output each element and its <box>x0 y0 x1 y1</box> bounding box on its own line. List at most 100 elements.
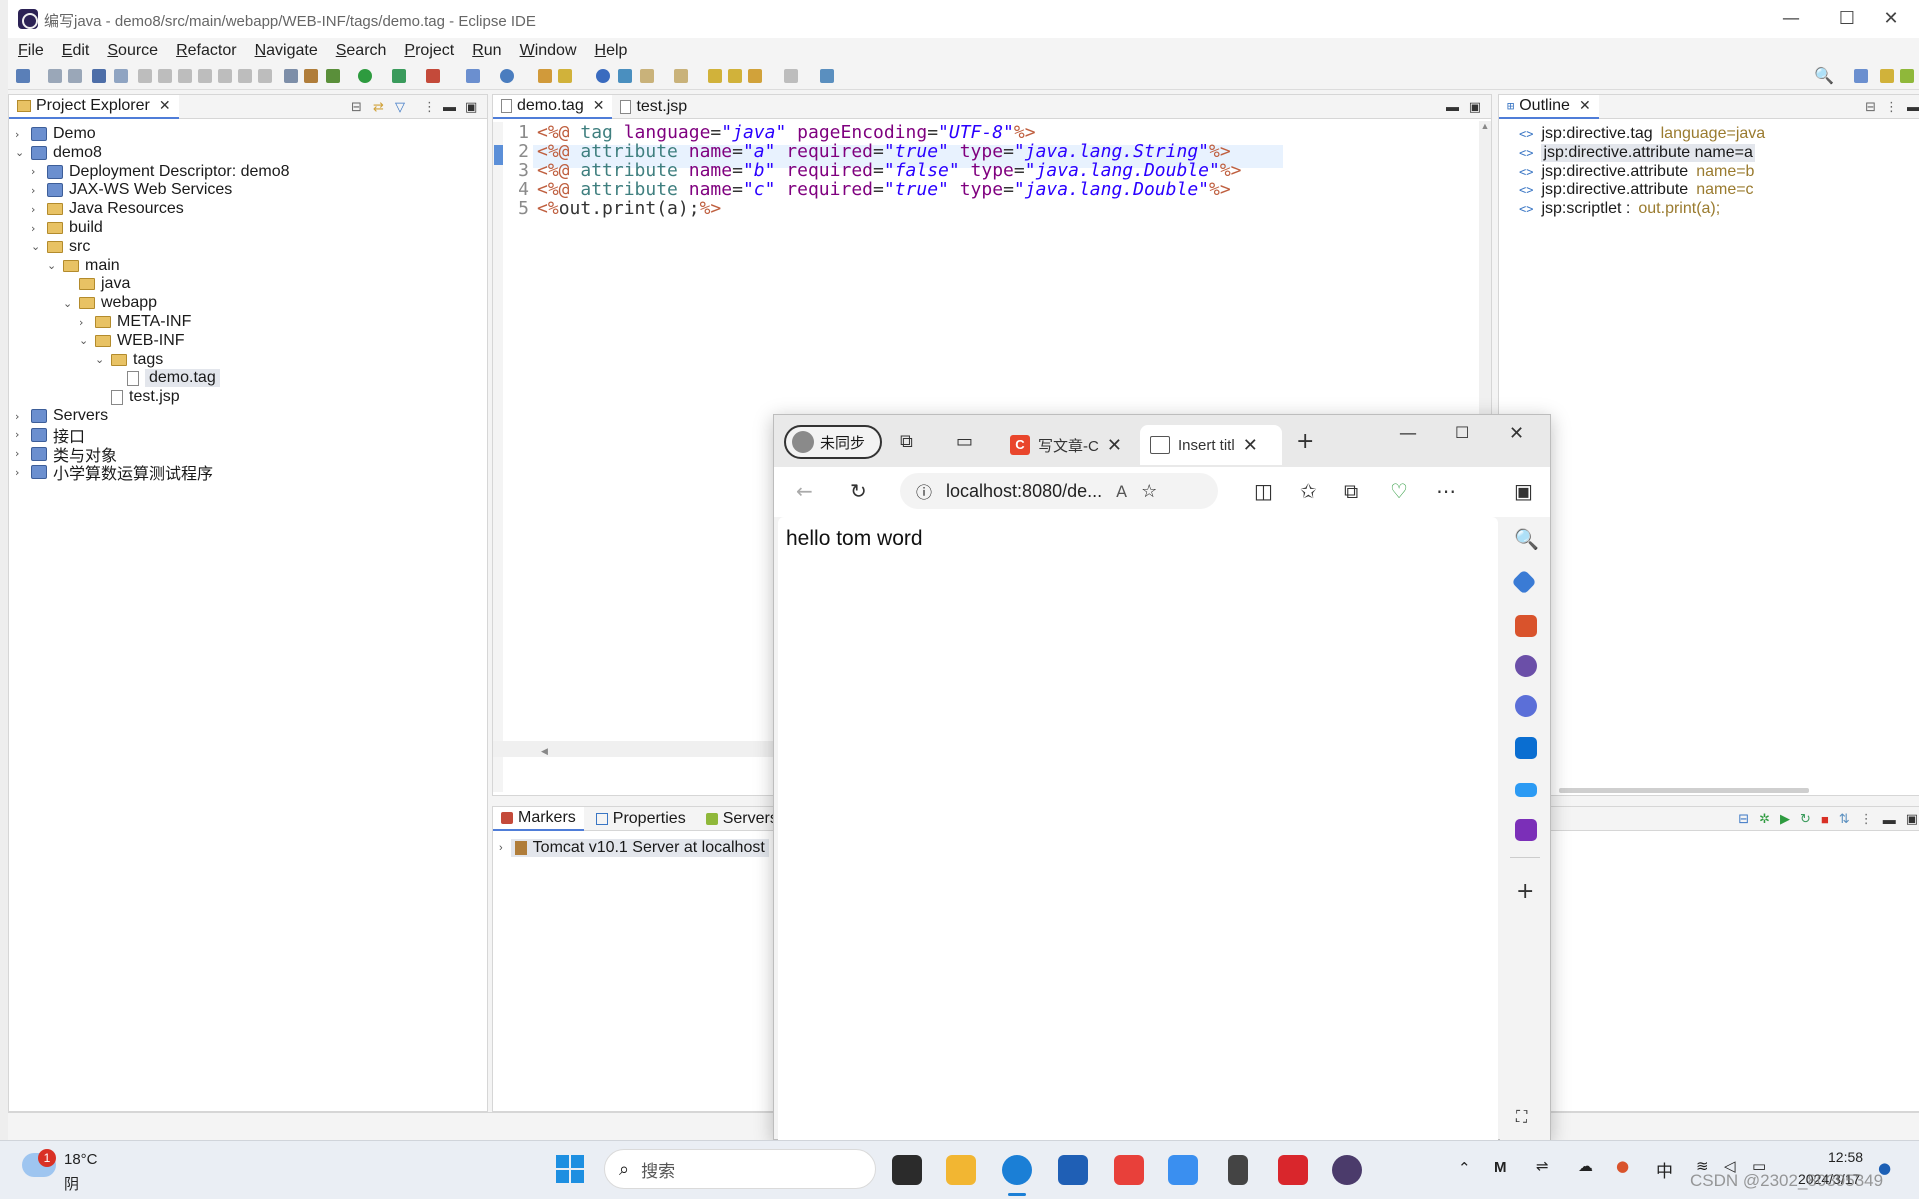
filter-icon[interactable]: ▽ <box>395 99 405 115</box>
save-icon[interactable] <box>48 69 62 83</box>
eclipse-taskbar-icon[interactable] <box>1332 1155 1362 1185</box>
java-ee-perspective-icon[interactable] <box>1880 69 1894 83</box>
chevron-down-icon[interactable]: ⌄ <box>95 353 105 366</box>
view-menu-icon[interactable]: ⋮ <box>423 99 436 115</box>
tray-m-icon[interactable]: M <box>1494 1159 1507 1176</box>
notification-icon[interactable]: ● <box>1878 1159 1891 1177</box>
chevron-right-icon[interactable]: › <box>31 165 41 178</box>
chevron-right-icon[interactable]: › <box>15 466 25 479</box>
menu-help[interactable]: Help <box>595 42 628 60</box>
tab-properties[interactable]: Properties <box>588 807 694 831</box>
chevron-down-icon[interactable]: ⌄ <box>15 146 25 159</box>
copilot-icon[interactable] <box>1515 695 1537 717</box>
new-tab-icon[interactable]: + <box>1296 429 1314 454</box>
onenote-icon[interactable] <box>1515 819 1537 841</box>
terminal-icon[interactable] <box>92 69 106 83</box>
collapse-all-icon[interactable]: ⊟ <box>1865 99 1876 115</box>
store-icon[interactable] <box>1058 1155 1088 1185</box>
tab-markers[interactable]: Markers <box>493 806 584 831</box>
prev-annotation-icon[interactable] <box>674 69 688 83</box>
bolt-app-icon[interactable] <box>1228 1155 1248 1185</box>
start-icon[interactable] <box>556 1155 586 1185</box>
step-over-icon[interactable] <box>238 69 252 83</box>
close-tab-icon[interactable]: ✕ <box>1243 435 1258 456</box>
maximize-view-icon[interactable]: ▣ <box>1906 811 1918 827</box>
tools-icon[interactable] <box>304 69 318 83</box>
skip-breakpoints-icon[interactable] <box>114 69 128 83</box>
browser-tab-csdn[interactable]: C 写文章-C ✕ <box>1000 425 1132 465</box>
menu-project[interactable]: Project <box>404 42 454 60</box>
info-icon[interactable]: ⓘ <box>916 479 932 503</box>
chevron-right-icon[interactable]: › <box>15 410 25 423</box>
chevron-right-icon[interactable]: › <box>31 222 41 235</box>
chevron-right-icon[interactable]: › <box>15 447 25 460</box>
tab-project-explorer[interactable]: Project Explorer ✕ <box>9 94 179 119</box>
clock-time[interactable]: 12:58 <box>1828 1149 1863 1165</box>
tray-settings-icon[interactable]: ⇌ <box>1536 1157 1549 1175</box>
huawei-icon[interactable] <box>1114 1155 1144 1185</box>
chevron-right-icon[interactable]: › <box>15 128 25 141</box>
debug-server-icon[interactable]: ✲ <box>1759 811 1770 827</box>
wps-icon[interactable] <box>1278 1155 1308 1185</box>
more-options-icon[interactable]: ⋯ <box>1436 479 1456 503</box>
expand-icon[interactable]: › <box>499 842 503 854</box>
last-edit-icon[interactable] <box>708 69 722 83</box>
resume-icon[interactable] <box>138 69 152 83</box>
minimize-icon[interactable]: — <box>1763 4 1819 34</box>
outlook-icon[interactable] <box>1515 737 1537 759</box>
close-tab-icon[interactable]: ✕ <box>1107 435 1122 456</box>
chevron-down-icon[interactable]: ⌄ <box>47 259 57 272</box>
menu-navigate[interactable]: Navigate <box>255 42 318 60</box>
link-editor-icon[interactable]: ⇄ <box>373 99 384 115</box>
open-perspective-icon[interactable] <box>1854 69 1868 83</box>
ime-indicator[interactable]: 中 <box>1656 1157 1673 1182</box>
browser-essentials-icon[interactable]: ♡ <box>1390 479 1408 503</box>
java-perspective-icon[interactable] <box>1900 69 1914 83</box>
view-menu-icon[interactable]: ⋮ <box>1885 99 1898 115</box>
view-menu-icon[interactable]: ⋮ <box>1860 811 1873 827</box>
save-all-icon[interactable] <box>68 69 82 83</box>
coverage-icon[interactable] <box>392 69 406 83</box>
web-browser-icon[interactable] <box>596 69 610 83</box>
close-icon[interactable]: ✕ <box>159 97 171 114</box>
back-icon[interactable] <box>748 69 762 83</box>
minimize-view-icon[interactable]: ▬ <box>443 99 456 114</box>
open-type-icon[interactable] <box>538 69 552 83</box>
address-bar[interactable]: ⓘ localhost:8080/de... A ☆ <box>900 473 1218 509</box>
menu-edit[interactable]: Edit <box>62 42 90 60</box>
menu-search[interactable]: Search <box>336 42 387 60</box>
menu-source[interactable]: Source <box>107 42 158 60</box>
tools-icon[interactable] <box>1515 615 1537 637</box>
forward-icon[interactable] <box>784 69 798 83</box>
minimize-icon[interactable]: — <box>1399 423 1417 444</box>
step-into-icon[interactable] <box>218 69 232 83</box>
chevron-down-icon[interactable]: ⌄ <box>79 334 89 347</box>
publish-icon[interactable]: ⇅ <box>1839 811 1850 827</box>
favorites-icon[interactable]: ✩ <box>1300 479 1317 503</box>
file-explorer-icon[interactable] <box>946 1155 976 1185</box>
outline-item[interactable]: <> jsp:scriptlet : out.print(a); <box>1519 198 1720 220</box>
maximize-icon[interactable]: ☐ <box>1455 423 1469 442</box>
menu-refactor[interactable]: Refactor <box>176 42 236 60</box>
close-icon[interactable]: ✕ <box>1579 97 1591 114</box>
code-line[interactable]: 5 <% out.print(a); %> <box>507 198 721 221</box>
shopping-icon[interactable] <box>1511 569 1537 595</box>
cloud-app-icon[interactable] <box>1168 1155 1198 1185</box>
outline-scrollbar[interactable] <box>1559 788 1809 793</box>
menu-window[interactable]: Window <box>520 42 577 60</box>
step-return-icon[interactable] <box>258 69 272 83</box>
close-window-icon[interactable]: ✕ <box>1509 423 1524 444</box>
show-hidden-icon[interactable]: ⌃ <box>1458 1159 1471 1177</box>
back-icon[interactable]: ← <box>796 479 813 503</box>
next-annotation-icon[interactable] <box>640 69 654 83</box>
chevron-down-icon[interactable]: ⌄ <box>63 297 73 310</box>
annotation-icon[interactable] <box>618 69 632 83</box>
new-icon[interactable] <box>16 69 30 83</box>
sidebar-toggle-icon[interactable]: ▣ <box>1514 479 1533 503</box>
chevron-right-icon[interactable]: › <box>31 184 41 197</box>
run-icon[interactable] <box>358 69 372 83</box>
search-icon[interactable]: 🔍 <box>1514 527 1539 551</box>
terminate-icon[interactable] <box>178 69 192 83</box>
chevron-down-icon[interactable]: ⌄ <box>31 240 41 253</box>
new-server-icon[interactable] <box>466 69 480 83</box>
